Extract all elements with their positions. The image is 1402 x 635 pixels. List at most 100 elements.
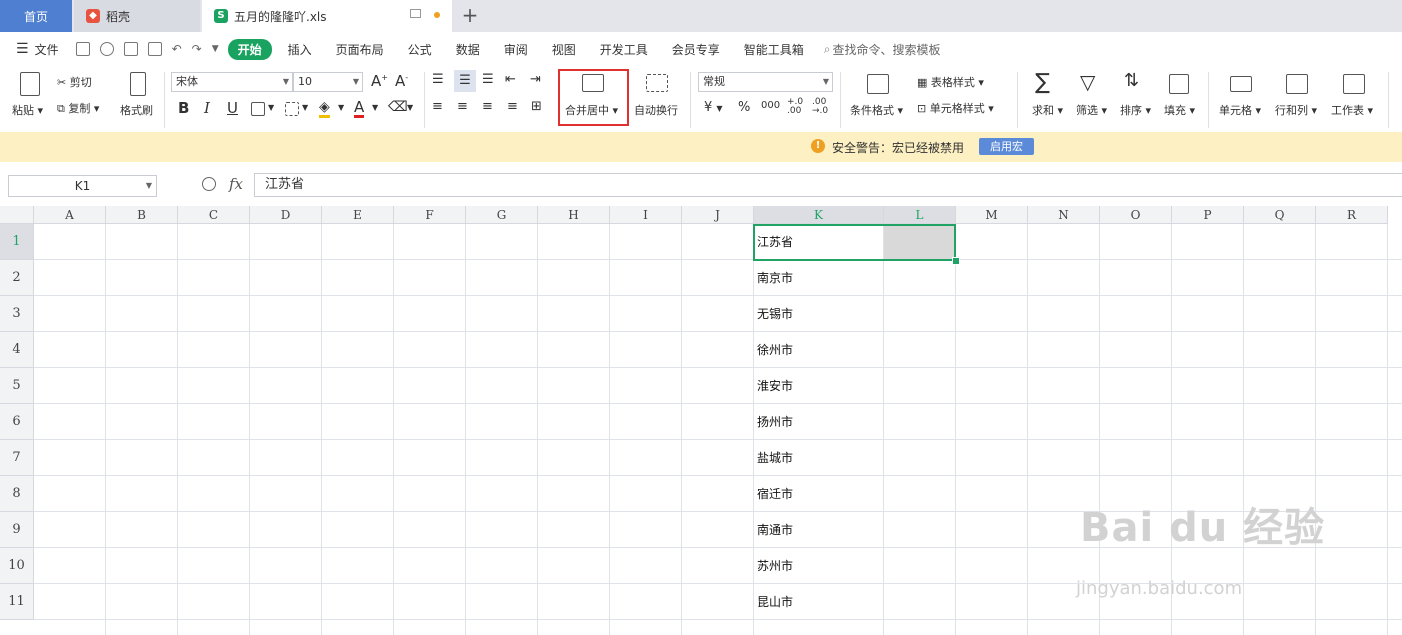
paste-icon[interactable] [20,72,40,96]
chevron-down-icon[interactable]: ▼ [268,103,274,112]
chevron-down-icon[interactable]: ▼ [302,103,308,112]
row-header-4[interactable]: 4 [0,332,34,368]
export-icon[interactable] [99,42,114,56]
menu-review[interactable]: 审阅 [492,41,540,58]
menu-data[interactable]: 数据 [444,41,492,58]
eraser-icon[interactable]: ⌫ [388,99,408,115]
cell-k6[interactable]: 扬州市 [757,404,793,440]
row-header-10[interactable]: 10 [0,548,34,584]
save-icon[interactable] [75,42,90,56]
wrap-text-icon[interactable] [646,74,668,92]
cell-k5[interactable]: 淮安市 [757,368,793,404]
new-tab-plus-icon[interactable]: + [458,4,482,28]
paste-button[interactable]: 粘贴 ▾ [12,102,43,118]
decrease-decimal-icon[interactable]: .00 →.0 [812,98,828,116]
sort-icon[interactable]: ⇅ [1124,70,1139,91]
formula-input[interactable]: 江苏省 [254,173,1402,197]
redo-icon[interactable]: ↷ [192,42,202,56]
column-header-h[interactable]: H [538,206,610,224]
fill-handle[interactable] [952,257,960,265]
sum-icon[interactable]: ∑ [1035,70,1050,95]
selection-range-k1-l1[interactable] [753,224,956,261]
menu-smart-toolbox[interactable]: 智能工具箱 [732,41,816,58]
cells-icon[interactable] [1230,76,1252,92]
row-header-7[interactable]: 7 [0,440,34,476]
column-header-k[interactable]: K [754,206,884,224]
row-header-11[interactable]: 11 [0,584,34,620]
menu-file[interactable]: 文件 [29,41,71,58]
hamburger-icon[interactable]: ☰ [16,41,29,57]
sum-button[interactable]: 求和 ▾ [1032,102,1063,118]
cell-k3[interactable]: 无锡市 [757,296,793,332]
row-header-8[interactable]: 8 [0,476,34,512]
menu-member[interactable]: 会员专享 [660,41,732,58]
cell-k4[interactable]: 徐州市 [757,332,793,368]
menu-page-layout[interactable]: 页面布局 [324,41,396,58]
thousands-separator-button[interactable]: 000 [761,100,780,111]
row-header-6[interactable]: 6 [0,404,34,440]
format-painter-button[interactable]: 格式刷 [120,102,153,118]
fill-color-icon[interactable]: ◈ [319,99,330,118]
increase-font-icon[interactable]: A+ [371,72,388,90]
column-header-r[interactable]: R [1316,206,1388,224]
cell-k11[interactable]: 昆山市 [757,584,793,620]
rows-cols-button[interactable]: 行和列 ▾ [1275,102,1317,118]
align-bottom-icon[interactable]: ☰ [482,72,494,87]
border-icon[interactable] [251,102,265,116]
align-left-icon[interactable]: ≡ [432,99,443,114]
name-box[interactable]: K1 ▼ [8,175,157,197]
column-header-n[interactable]: N [1028,206,1100,224]
table-style-button[interactable]: ▦ 表格样式 ▾ [917,74,984,90]
monitor-icon[interactable] [410,9,421,18]
spreadsheet-grid[interactable]: ABCDEFGHIJKLMNOPQR 1 2 3 4 5 6 7 8 9 10 11 江苏省 南京市无… [0,206,1402,635]
menu-formulas[interactable]: 公式 [396,41,444,58]
font-name-select[interactable]: 宋体 ▼ [171,72,293,92]
menu-view[interactable]: 视图 [540,41,588,58]
chevron-down-icon[interactable]: ▼ [372,103,378,112]
print-icon[interactable] [123,42,138,56]
print-preview-icon[interactable] [147,42,162,56]
percent-button[interactable]: % [738,100,750,115]
tab-current-file[interactable]: S 五月的隆隆吖.xls [202,0,452,32]
column-header-p[interactable]: P [1172,206,1244,224]
column-header-f[interactable]: F [394,206,466,224]
row-header-1[interactable]: 1 [0,224,34,260]
align-center-icon[interactable]: ≡ [457,99,468,114]
column-header-q[interactable]: Q [1244,206,1316,224]
row-header-2[interactable]: 2 [0,260,34,296]
italic-icon[interactable]: I [204,99,210,117]
zoom-search-icon[interactable] [202,177,216,191]
column-header-a[interactable]: A [34,206,106,224]
row-header-9[interactable]: 9 [0,512,34,548]
decrease-font-icon[interactable]: A- [395,72,408,90]
rows-cols-icon[interactable] [1286,74,1308,94]
conditional-format-button[interactable]: 条件格式 ▾ [850,102,903,118]
align-top-icon[interactable]: ☰ [432,72,444,87]
column-header-b[interactable]: B [106,206,178,224]
column-header-i[interactable]: I [610,206,682,224]
menu-developer[interactable]: 开发工具 [588,41,660,58]
row-header-5[interactable]: 5 [0,368,34,404]
column-header-m[interactable]: M [956,206,1028,224]
fill-icon[interactable] [1169,74,1189,94]
cell-style-button[interactable]: ⊡ 单元格样式 ▾ [917,100,994,116]
increase-decimal-icon[interactable]: +.0.00 [787,98,803,116]
align-right-icon[interactable]: ≡ [482,99,493,114]
cell-k9[interactable]: 南通市 [757,512,793,548]
format-painter-icon[interactable] [130,72,146,96]
select-all-corner[interactable] [0,206,34,224]
quick-access-dropdown-icon[interactable]: ▼ [212,44,219,54]
increase-indent-icon[interactable]: ⇥ [530,72,541,87]
filter-icon[interactable]: ▽ [1080,70,1095,94]
column-header-d[interactable]: D [250,206,322,224]
column-header-j[interactable]: J [682,206,754,224]
filter-button[interactable]: 筛选 ▾ [1076,102,1107,118]
column-header-o[interactable]: O [1100,206,1172,224]
menu-home[interactable]: 开始 [227,38,272,60]
copy-button[interactable]: ⧉ 复制 ▾ [57,100,99,116]
cell-k7[interactable]: 盐城市 [757,440,793,476]
column-header-e[interactable]: E [322,206,394,224]
chevron-down-icon[interactable]: ▼ [407,103,413,112]
tab-home[interactable]: 首页 [0,0,72,32]
cut-button[interactable]: ✂ 剪切 [57,74,92,90]
